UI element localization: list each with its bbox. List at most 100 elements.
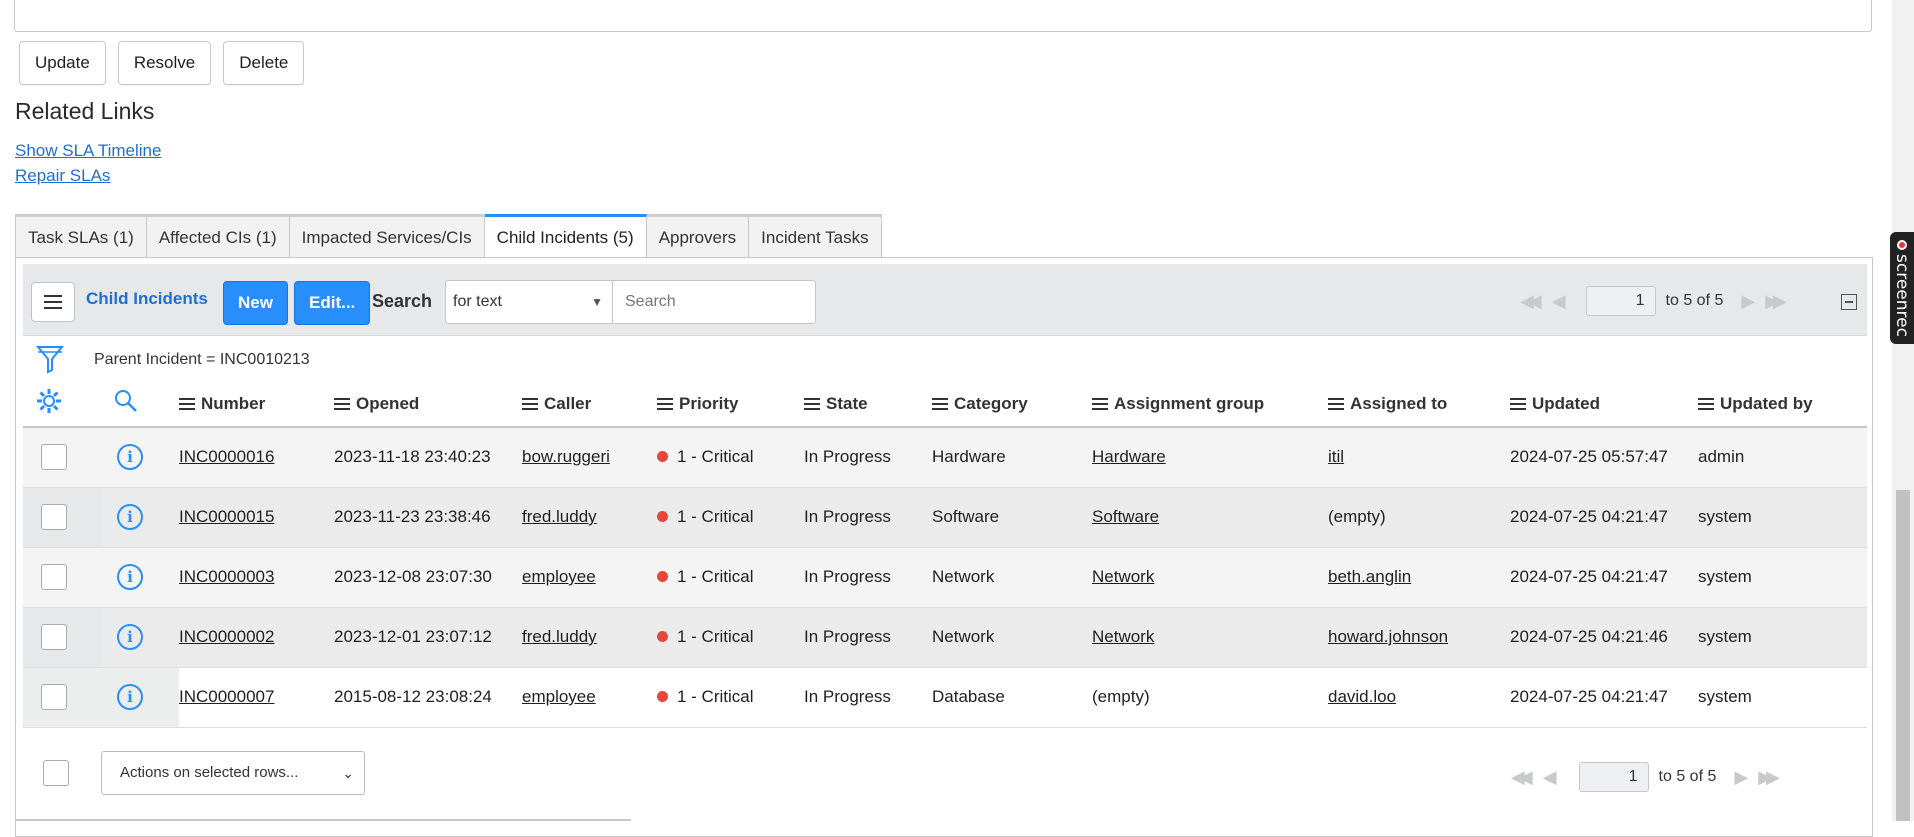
column-header-assignment-group[interactable]: Assignment group: [1092, 381, 1328, 428]
first-page-icon[interactable]: ◀◀: [1520, 291, 1542, 312]
critical-dot-icon: [657, 451, 668, 463]
assigned-to-link[interactable]: itil: [1328, 447, 1344, 466]
column-menu-icon[interactable]: [1092, 397, 1108, 410]
filter-funnel-icon[interactable]: [35, 344, 65, 378]
page-number-input[interactable]: 1: [1585, 286, 1656, 316]
incident-number-link[interactable]: INC0000015: [179, 507, 274, 526]
state-cell: In Progress: [804, 547, 932, 608]
new-button[interactable]: New: [223, 281, 288, 325]
description-textarea[interactable]: [14, 0, 1872, 32]
caller-link[interactable]: employee: [522, 687, 596, 706]
collapse-icon[interactable]: [1841, 294, 1857, 310]
category-cell: Hardware: [932, 427, 1092, 488]
table-row: i INC0000015 2023-11-23 23:38:46 fred.lu…: [23, 487, 1867, 548]
column-menu-icon[interactable]: [334, 397, 350, 410]
scrollbar-thumb[interactable]: [1896, 490, 1910, 821]
column-header-caller[interactable]: Caller: [522, 381, 657, 428]
column-header-updated-by[interactable]: Updated by: [1698, 381, 1867, 428]
resolve-button[interactable]: Resolve: [117, 41, 212, 85]
info-icon[interactable]: i: [117, 564, 143, 590]
prev-page-icon[interactable]: ◀: [1543, 767, 1557, 788]
search-scope-select[interactable]: for text ▼: [445, 280, 613, 324]
updated-by-cell: system: [1698, 487, 1867, 548]
tab-affected-cis[interactable]: Affected CIs (1): [146, 217, 290, 258]
assigned-to-link[interactable]: howard.johnson: [1328, 627, 1448, 646]
first-page-icon[interactable]: ◀◀: [1511, 767, 1533, 788]
incident-number-link[interactable]: INC0000003: [179, 567, 274, 586]
state-cell: In Progress: [804, 427, 932, 488]
tab-impacted-services[interactable]: Impacted Services/CIs: [289, 217, 485, 258]
next-page-icon[interactable]: ▶: [1734, 767, 1748, 788]
tab-task-slas[interactable]: Task SLAs (1): [16, 217, 147, 258]
category-cell: Database: [932, 667, 1092, 728]
delete-button[interactable]: Delete: [223, 41, 305, 85]
repair-slas-link[interactable]: Repair SLAs: [15, 163, 161, 188]
tab-incident-tasks[interactable]: Incident Tasks: [749, 217, 881, 258]
incident-number-link[interactable]: INC0000002: [179, 627, 274, 646]
row-checkbox[interactable]: [41, 504, 67, 530]
priority-cell: 1 - Critical: [657, 547, 804, 608]
row-checkbox[interactable]: [41, 444, 67, 471]
assignment-group-link[interactable]: Network: [1092, 627, 1154, 646]
list-title[interactable]: Child Incidents: [86, 289, 208, 309]
column-menu-icon[interactable]: [1510, 397, 1526, 410]
caller-link[interactable]: fred.luddy: [522, 627, 597, 646]
opened-cell: 2023-11-18 23:40:23: [334, 427, 522, 488]
assignment-group-link[interactable]: Software: [1092, 507, 1159, 526]
search-header[interactable]: [101, 381, 179, 428]
column-menu-icon[interactable]: [179, 397, 195, 410]
last-page-icon[interactable]: ▶▶: [1758, 767, 1780, 788]
row-checkbox[interactable]: [41, 564, 67, 590]
column-menu-icon[interactable]: [657, 397, 673, 410]
column-header-updated[interactable]: Updated: [1510, 381, 1698, 428]
row-checkbox[interactable]: [41, 684, 67, 710]
assignment-group-link[interactable]: Network: [1092, 567, 1154, 586]
caller-link[interactable]: employee: [522, 567, 596, 586]
table-row: i INC0000016 2023-11-18 23:40:23 bow.rug…: [23, 427, 1867, 488]
column-menu-icon[interactable]: [522, 397, 538, 410]
column-header-assigned-to[interactable]: Assigned to: [1328, 381, 1510, 428]
page-number-input[interactable]: 1: [1578, 762, 1649, 792]
priority-cell: 1 - Critical: [657, 427, 804, 488]
page-scrollbar[interactable]: [1892, 0, 1914, 821]
info-icon[interactable]: i: [117, 624, 143, 650]
tab-child-incidents[interactable]: Child Incidents (5): [484, 214, 647, 258]
list-menu-button[interactable]: [31, 282, 75, 322]
column-menu-icon[interactable]: [1328, 397, 1344, 410]
incident-number-link[interactable]: INC0000007: [179, 687, 274, 706]
column-header-state[interactable]: State: [804, 381, 932, 428]
caller-link[interactable]: bow.ruggeri: [522, 447, 610, 466]
column-header-opened[interactable]: Opened: [334, 381, 522, 428]
info-icon[interactable]: i: [117, 444, 143, 471]
search-label: Search: [372, 291, 433, 311]
incident-number-link[interactable]: INC0000016: [179, 447, 274, 466]
select-all-checkbox[interactable]: [43, 760, 69, 786]
assignment-group-link[interactable]: Hardware: [1092, 447, 1166, 466]
actions-on-selected-select[interactable]: Actions on selected rows... ⌄: [101, 751, 365, 795]
search-input[interactable]: [612, 280, 816, 324]
tab-approvers[interactable]: Approvers: [646, 217, 750, 258]
filter-breadcrumb[interactable]: Parent Incident = INC0010213: [94, 351, 310, 369]
info-icon[interactable]: i: [117, 684, 143, 710]
show-sla-timeline-link[interactable]: Show SLA Timeline: [15, 138, 161, 163]
next-page-icon[interactable]: ▶: [1741, 291, 1755, 312]
update-button[interactable]: Update: [19, 41, 106, 85]
screenrec-widget[interactable]: screenrec: [1890, 232, 1914, 344]
prev-page-icon[interactable]: ◀: [1552, 291, 1566, 312]
edit-button[interactable]: Edit...: [294, 281, 371, 325]
category-cell: Software: [932, 487, 1092, 548]
assigned-to-link[interactable]: beth.anglin: [1328, 567, 1411, 586]
info-icon[interactable]: i: [117, 504, 143, 530]
category-cell: Network: [932, 547, 1092, 608]
personalize-gear-header[interactable]: [23, 381, 101, 428]
column-menu-icon[interactable]: [932, 397, 948, 410]
column-header-number[interactable]: Number: [179, 381, 334, 428]
column-menu-icon[interactable]: [804, 397, 820, 410]
column-header-priority[interactable]: Priority: [657, 381, 804, 428]
last-page-icon[interactable]: ▶▶: [1765, 291, 1787, 312]
column-header-category[interactable]: Category: [932, 381, 1092, 428]
row-checkbox[interactable]: [41, 624, 67, 650]
column-menu-icon[interactable]: [1698, 397, 1714, 410]
caller-link[interactable]: fred.luddy: [522, 507, 597, 526]
assigned-to-link[interactable]: david.loo: [1328, 687, 1396, 706]
